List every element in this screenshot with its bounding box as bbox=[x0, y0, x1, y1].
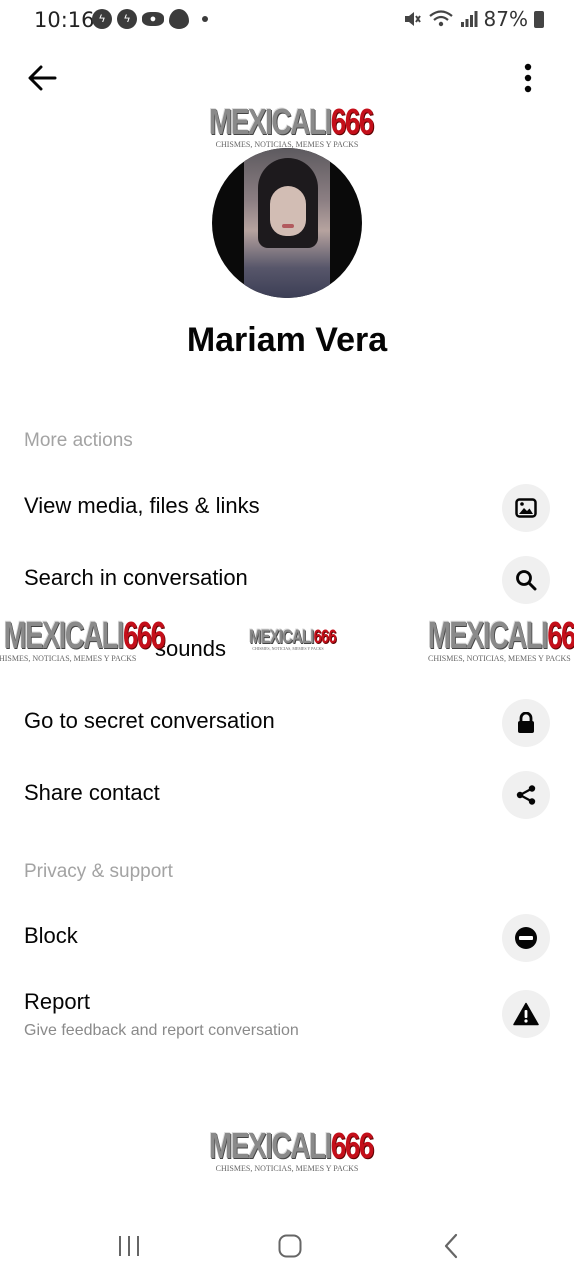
status-bar: 10:16 ϟ ϟ ● 87% bbox=[0, 0, 574, 40]
more-notifications-dot bbox=[202, 16, 208, 22]
watermark-logo: MEXICALI666 CHISMES, NOTICIAS, MEMES Y P… bbox=[428, 617, 574, 663]
section-label-more-actions: More actions bbox=[24, 430, 133, 451]
lock-icon bbox=[518, 712, 534, 733]
home-button[interactable] bbox=[268, 1228, 312, 1264]
messenger-icon: ϟ bbox=[117, 9, 137, 29]
warning-icon bbox=[513, 1002, 539, 1026]
secret-conversation-row[interactable]: Go to secret conversation bbox=[0, 693, 574, 753]
share-contact-row[interactable]: Share contact bbox=[0, 765, 574, 825]
sounds-label: sounds bbox=[155, 636, 226, 661]
kebab-menu-icon bbox=[524, 63, 532, 93]
chevron-left-icon bbox=[444, 1233, 458, 1259]
search-icon-button[interactable] bbox=[502, 556, 550, 604]
system-nav-bar bbox=[0, 1214, 574, 1280]
back-nav-button[interactable] bbox=[429, 1228, 473, 1264]
view-media-label: View media, files & links bbox=[24, 493, 260, 518]
block-icon-button[interactable] bbox=[502, 914, 550, 962]
report-sublabel: Give feedback and report conversation bbox=[24, 1022, 299, 1039]
fire-icon bbox=[169, 9, 189, 29]
secret-conversation-label: Go to secret conversation bbox=[24, 708, 275, 733]
home-icon bbox=[278, 1234, 302, 1258]
signal-icon bbox=[460, 11, 478, 27]
lock-icon-button[interactable] bbox=[502, 699, 550, 747]
image-icon-button[interactable] bbox=[502, 484, 550, 532]
profile-name: Mariam Vera bbox=[186, 321, 388, 359]
system-icons: 87% bbox=[402, 7, 544, 31]
warning-icon-button[interactable] bbox=[502, 990, 550, 1038]
section-label-privacy-support: Privacy & support bbox=[24, 861, 173, 882]
back-button[interactable] bbox=[20, 58, 64, 98]
block-icon bbox=[515, 927, 537, 949]
search-icon bbox=[516, 570, 537, 591]
report-label: Report bbox=[24, 989, 91, 1014]
recent-apps-button[interactable] bbox=[107, 1228, 151, 1264]
search-conversation-label: Search in conversation bbox=[24, 565, 248, 590]
share-contact-label: Share contact bbox=[24, 780, 160, 805]
view-media-row[interactable]: View media, files & links bbox=[0, 478, 574, 538]
battery-percent: 87% bbox=[483, 7, 528, 31]
block-label: Block bbox=[24, 923, 78, 948]
arrow-left-icon bbox=[28, 65, 57, 91]
wifi-icon bbox=[428, 10, 453, 27]
image-icon bbox=[515, 498, 537, 518]
more-options-button[interactable] bbox=[516, 58, 540, 98]
watermark-logo: MEXICALI666 CHISMES, NOTICIAS, MEMES Y P… bbox=[209, 101, 374, 149]
mute-icon bbox=[404, 12, 421, 26]
watermark-logo: MEXICALI666 CHISMES, NOTICIAS, MEMES Y P… bbox=[209, 1125, 374, 1173]
status-time: 10:16 bbox=[34, 8, 95, 32]
profile-avatar[interactable] bbox=[212, 148, 362, 298]
report-row[interactable]: Report Give feedback and report conversa… bbox=[0, 984, 574, 1054]
search-conversation-row[interactable]: Search in conversation bbox=[0, 550, 574, 610]
share-icon-button[interactable] bbox=[502, 771, 550, 819]
block-row[interactable]: Block bbox=[0, 908, 574, 968]
watermark-logo: MEXICALI666 CHISMES, NOTICIAS, MEMES Y P… bbox=[249, 627, 337, 651]
recent-apps-icon bbox=[119, 1236, 139, 1256]
eye-icon: ● bbox=[142, 12, 164, 26]
share-icon bbox=[516, 785, 536, 805]
notification-icons: ϟ ϟ ● bbox=[92, 9, 208, 29]
battery-icon bbox=[534, 10, 544, 28]
messenger-icon: ϟ bbox=[92, 9, 112, 29]
watermark-logo: MEXICALI666 CHISMES, NOTICIAS, MEMES Y P… bbox=[0, 615, 166, 663]
